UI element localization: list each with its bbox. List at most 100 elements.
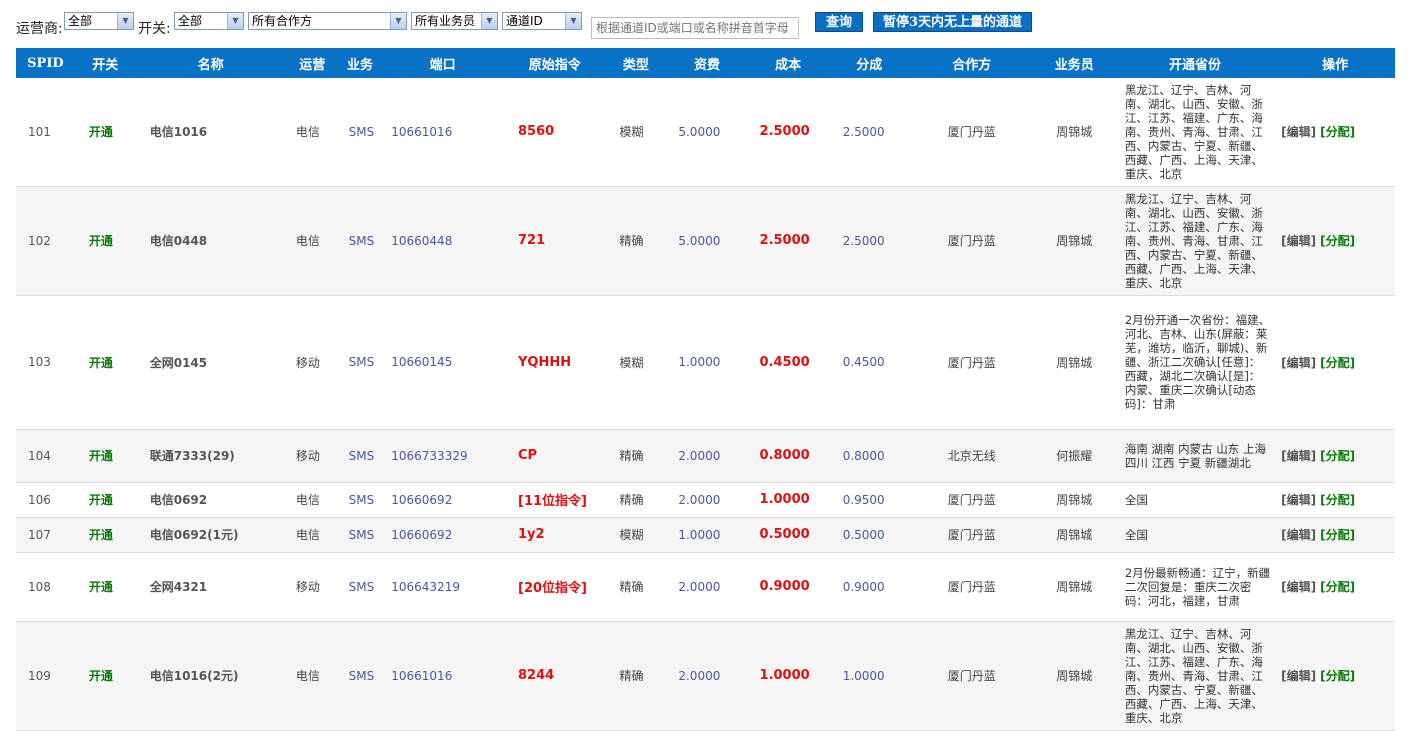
allocate-link[interactable]: [分配] xyxy=(1320,125,1355,139)
type-cell: 精确 xyxy=(605,552,667,622)
type-cell: 模糊 xyxy=(605,295,667,430)
switch-status: 开通 xyxy=(74,482,136,518)
edit-link[interactable]: [编辑] xyxy=(1281,449,1316,463)
type-cell: 精确 xyxy=(605,429,667,483)
staff-cell: 周锦城 xyxy=(1033,621,1115,731)
channel-name: 电信1016 xyxy=(135,78,286,187)
share-cell: 0.4500 xyxy=(828,295,910,430)
query-button[interactable]: 查询 xyxy=(815,12,863,32)
chevron-down-icon: ▼ xyxy=(227,13,243,29)
column-header[interactable]: 操作 xyxy=(1275,48,1395,78)
partner-cell: 厦门丹蓝 xyxy=(909,295,1034,430)
switch-status: 开通 xyxy=(74,186,136,296)
column-header[interactable]: 运营 xyxy=(285,48,339,78)
edit-link[interactable]: [编辑] xyxy=(1281,234,1316,248)
allocate-link[interactable]: [分配] xyxy=(1320,528,1355,542)
column-header[interactable]: 端口 xyxy=(381,48,505,78)
sort-select[interactable]: 通道ID ▼ xyxy=(502,12,582,30)
cost-cell: 1.0000 xyxy=(747,482,829,518)
operator-cell: 移动 xyxy=(285,429,339,483)
business-cell: SMS xyxy=(338,186,382,296)
table-row: 108 开通 全网4321 移动 SMS 106643219 [20位指令] 精确 2.0000… xyxy=(16,552,1395,622)
channel-name: 全网4321 xyxy=(135,552,286,622)
edit-link[interactable]: [编辑] xyxy=(1281,580,1316,594)
search-input[interactable] xyxy=(591,17,799,39)
column-header[interactable]: 成本 xyxy=(747,48,829,78)
share-cell: 0.5000 xyxy=(828,517,910,553)
provinces-cell: 全国 xyxy=(1114,517,1276,553)
port-cell: 1066733329 xyxy=(381,429,505,483)
cost-cell: 1.0000 xyxy=(747,621,829,731)
business-cell: SMS xyxy=(338,78,382,187)
share-cell: 2.5000 xyxy=(828,78,910,187)
share-cell: 0.8000 xyxy=(828,429,910,483)
staff-cell: 周锦城 xyxy=(1033,482,1115,518)
operator-cell: 电信 xyxy=(285,78,339,187)
allocate-link[interactable]: [分配] xyxy=(1320,234,1355,248)
fee-cell: 1.0000 xyxy=(666,295,748,430)
chevron-down-icon: ▼ xyxy=(117,13,133,29)
column-header[interactable]: 名称 xyxy=(135,48,286,78)
fee-cell: 1.0000 xyxy=(666,517,748,553)
partner-select[interactable]: 所有合作方 ▼ xyxy=(248,12,407,30)
switch-select[interactable]: 全部 ▼ xyxy=(174,12,244,30)
column-header[interactable]: 分成 xyxy=(828,48,910,78)
type-cell: 模糊 xyxy=(605,517,667,553)
allocate-link[interactable]: [分配] xyxy=(1320,493,1355,507)
provinces-cell: 黑龙江、辽宁、吉林、河南、湖北、山西、安徽、浙江、江苏、福建、广东、海南、贵州、… xyxy=(1114,186,1276,296)
column-header[interactable]: 资费 xyxy=(666,48,748,78)
allocate-link[interactable]: [分配] xyxy=(1320,449,1355,463)
edit-link[interactable]: [编辑] xyxy=(1281,669,1316,683)
port-cell: 10660692 xyxy=(381,482,505,518)
operator-cell: 电信 xyxy=(285,517,339,553)
command-cell: CP xyxy=(504,429,606,483)
fee-cell: 2.0000 xyxy=(666,429,748,483)
filter-bar: 运营商: 全部 ▼ 开关: 全部 ▼ 所有合作方 ▼ 所有业务员 ▼ 通道ID … xyxy=(0,0,1420,44)
staff-select[interactable]: 所有业务员 ▼ xyxy=(411,12,498,30)
actions-cell: [编辑] [分配] xyxy=(1275,295,1395,430)
cost-cell: 2.5000 xyxy=(747,186,829,296)
allocate-link[interactable]: [分配] xyxy=(1320,669,1355,683)
partner-cell: 厦门丹蓝 xyxy=(909,621,1034,731)
spid-cell: 102 xyxy=(16,186,75,296)
column-header[interactable]: 合作方 xyxy=(909,48,1034,78)
edit-link[interactable]: [编辑] xyxy=(1281,528,1316,542)
column-header[interactable]: 业务 xyxy=(338,48,382,78)
switch-select-value: 全部 xyxy=(178,14,203,28)
edit-link[interactable]: [编辑] xyxy=(1281,125,1316,139)
edit-link[interactable]: [编辑] xyxy=(1281,356,1316,370)
column-header[interactable]: SPID xyxy=(16,48,75,78)
cost-cell: 0.4500 xyxy=(747,295,829,430)
spid-cell: 109 xyxy=(16,621,75,731)
operator-select[interactable]: 全部 ▼ xyxy=(64,12,134,30)
column-header[interactable]: 业务员 xyxy=(1033,48,1115,78)
table-header-row: SPID 开关 名称 运营 业务 端口 原始指令 类型 资费 成本 分成 合作方… xyxy=(16,48,1395,78)
pause-inactive-channels-button[interactable]: 暂停3天内无上量的通道 xyxy=(873,12,1032,32)
allocate-link[interactable]: [分配] xyxy=(1320,580,1355,594)
share-cell: 1.0000 xyxy=(828,621,910,731)
allocate-link[interactable]: [分配] xyxy=(1320,356,1355,370)
provinces-cell: 黑龙江、辽宁、吉林、河南、湖北、山西、安徽、浙江、江苏、福建、广东、海南、贵州、… xyxy=(1114,621,1276,731)
switch-status: 开通 xyxy=(74,429,136,483)
business-cell: SMS xyxy=(338,552,382,622)
column-header[interactable]: 原始指令 xyxy=(504,48,606,78)
partner-select-value: 所有合作方 xyxy=(252,14,313,28)
staff-cell: 周锦城 xyxy=(1033,78,1115,187)
fee-cell: 2.0000 xyxy=(666,621,748,731)
type-cell: 精确 xyxy=(605,621,667,731)
column-header[interactable]: 开通省份 xyxy=(1114,48,1276,78)
column-header[interactable]: 开关 xyxy=(74,48,136,78)
edit-link[interactable]: [编辑] xyxy=(1281,493,1316,507)
staff-cell: 何振耀 xyxy=(1033,429,1115,483)
business-cell: SMS xyxy=(338,482,382,518)
type-cell: 精确 xyxy=(605,482,667,518)
provinces-cell: 2月份开通一次省份：福建、河北、吉林、山东(屏蔽：莱芜，潍坊，临沂，聊城)、新疆… xyxy=(1114,295,1276,430)
chevron-down-icon: ▼ xyxy=(390,13,406,29)
column-header[interactable]: 类型 xyxy=(605,48,667,78)
operator-cell: 移动 xyxy=(285,295,339,430)
fee-cell: 2.0000 xyxy=(666,552,748,622)
channel-name: 联通7333(29) xyxy=(135,429,286,483)
fee-cell: 2.0000 xyxy=(666,482,748,518)
command-cell: [11位指令] xyxy=(504,482,606,518)
share-cell: 0.9000 xyxy=(828,552,910,622)
